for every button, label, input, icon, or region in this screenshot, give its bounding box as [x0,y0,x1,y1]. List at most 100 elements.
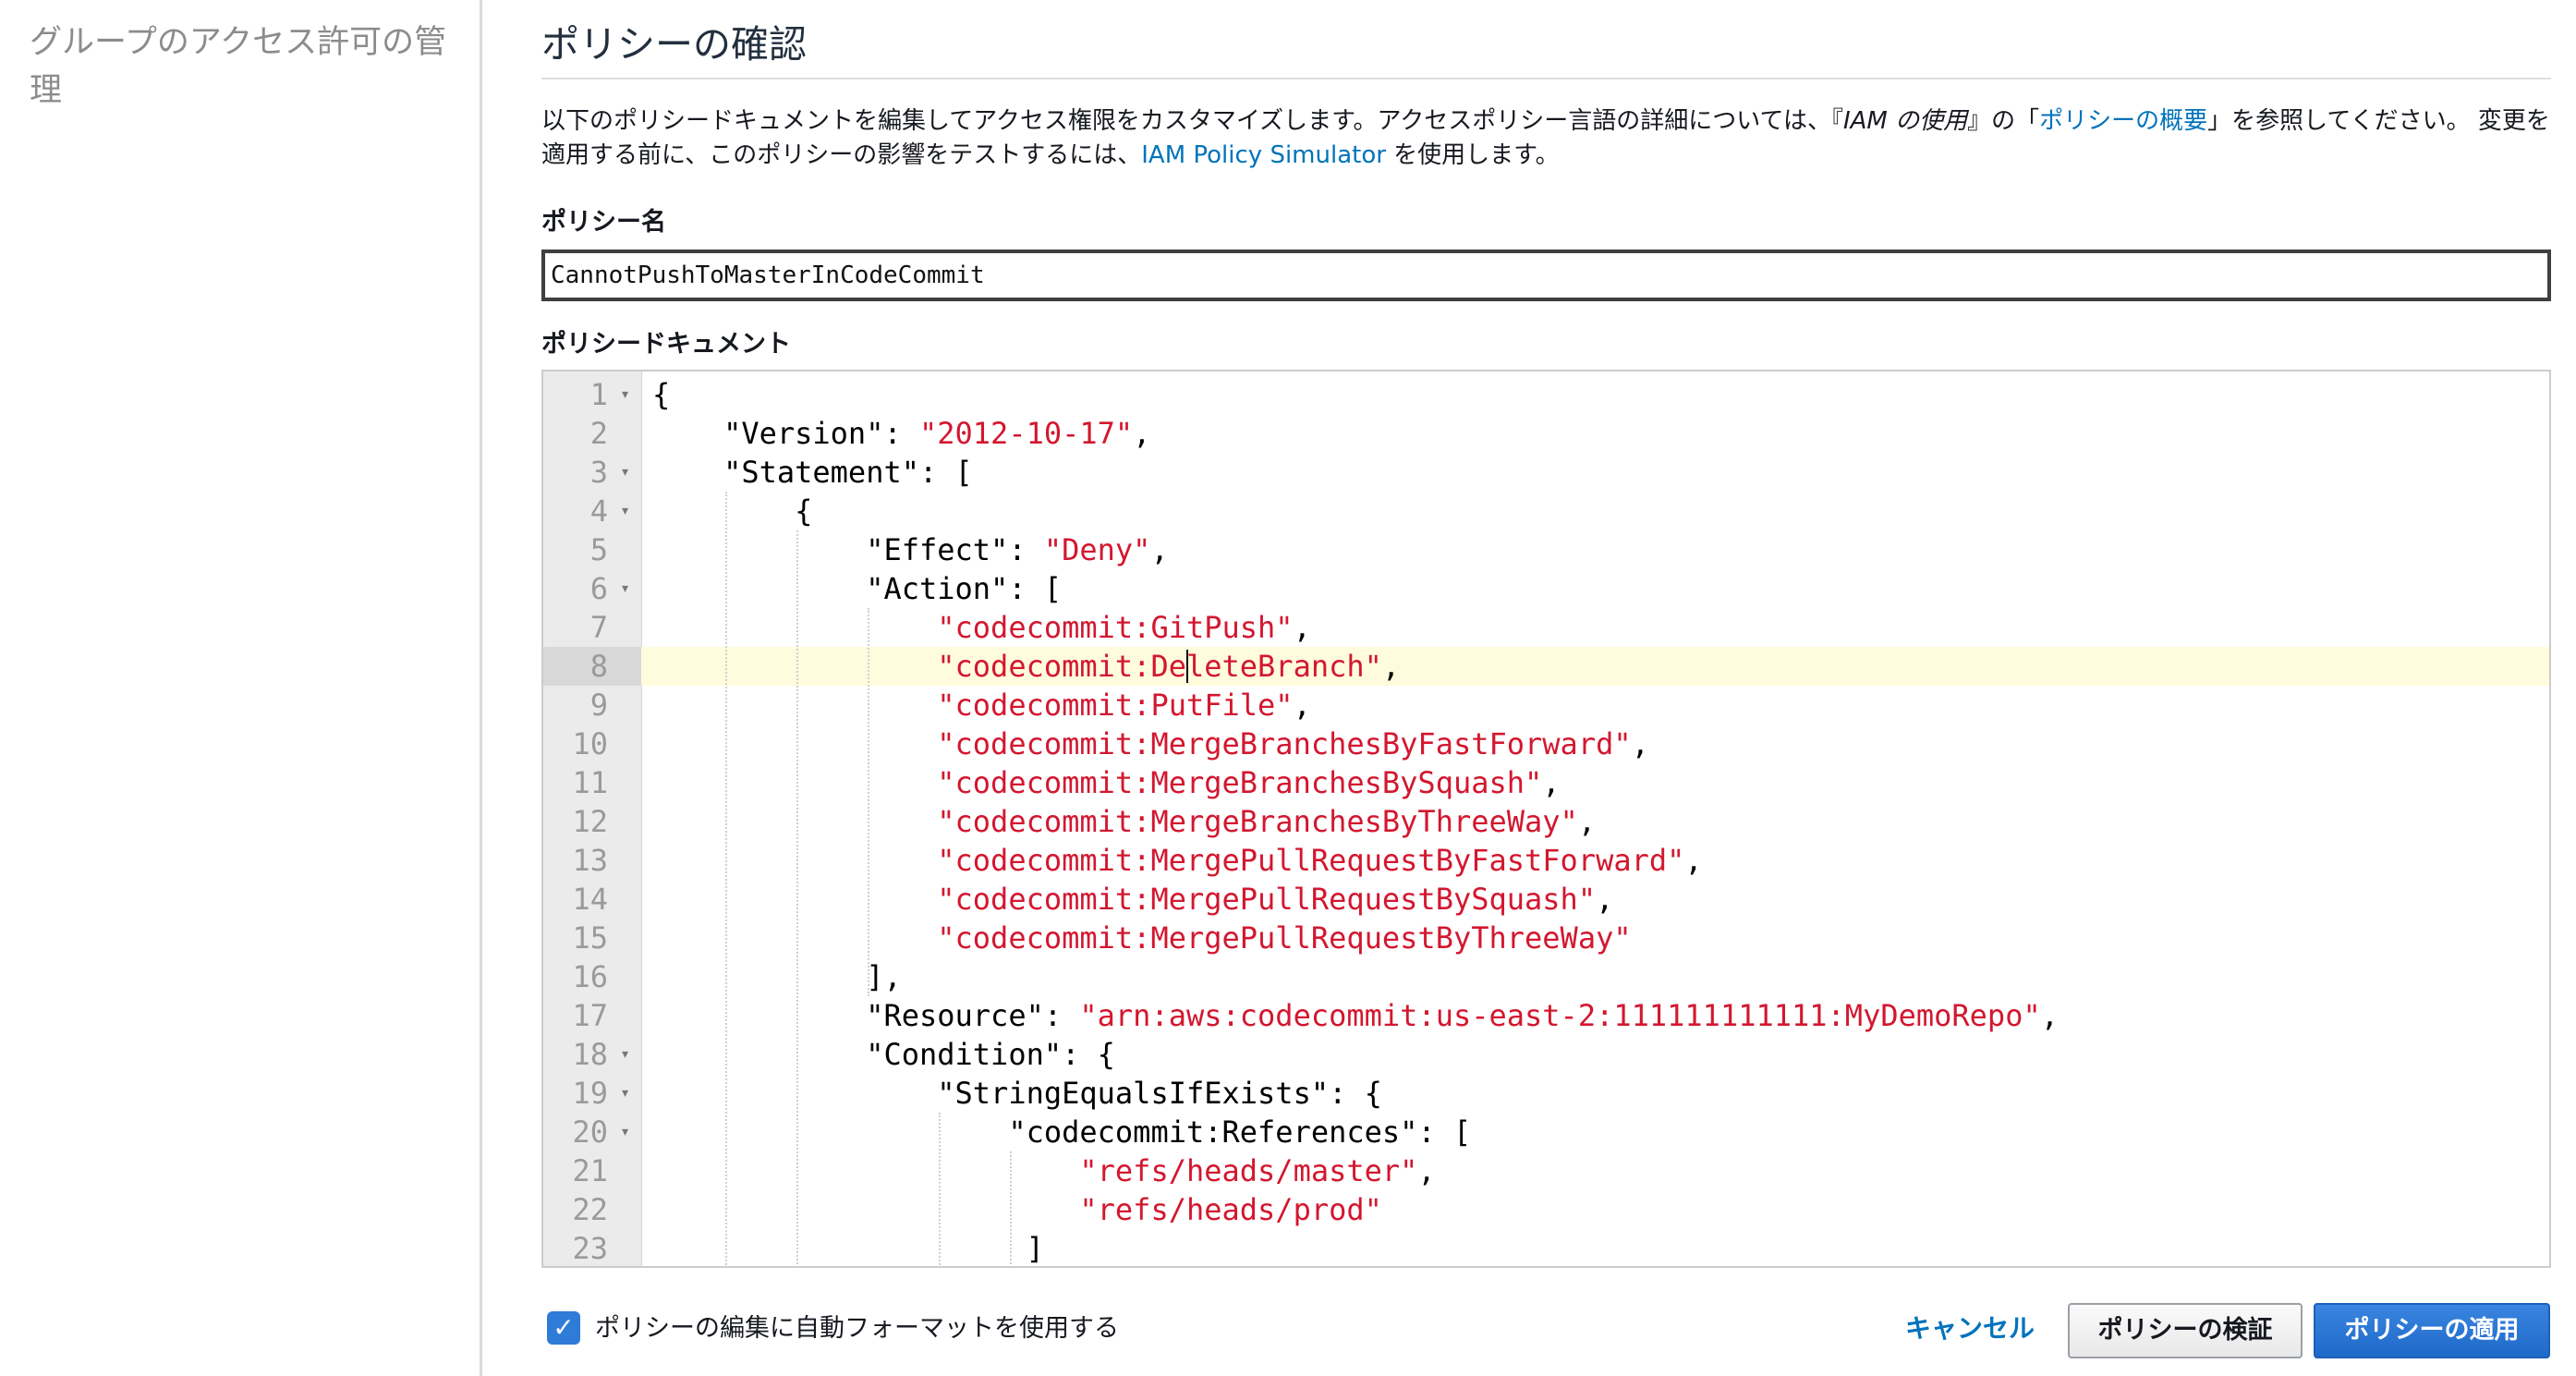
review-policy-page: グループのアクセス許可の管理 ポリシーの確認 以下のポリシードキュメントを編集し… [0,0,2576,1376]
line-number: 22 [572,1192,608,1227]
fold-toggle-icon[interactable]: ▾ [620,492,630,530]
editor-line[interactable]: 22 "refs/heads/prod" [543,1190,2549,1229]
editor-line[interactable]: 11 "codecommit:MergeBranchesBySquash", [543,763,2549,802]
code-text: { [652,377,671,412]
validate-policy-button[interactable]: ポリシーの検証 [2068,1303,2303,1358]
code-text: "Statement": [ [652,455,973,490]
policy-description: 以下のポリシードキュメントを編集してアクセス権限をカスタマイズします。アクセスポ… [541,104,2551,173]
sidebar-title: グループのアクセス許可の管理 [30,24,447,109]
editor-line[interactable]: 8 "codecommit:DeleteBranch", [543,647,2549,686]
code-text: "refs/heads/master", [1079,1153,1436,1188]
code-text: "codecommit:MergeBranchesBySquash", [937,765,1561,800]
indent-guide [868,608,870,996]
editor-line[interactable]: 21 "refs/heads/master", [543,1151,2549,1190]
code-text: "codecommit:PutFile", [937,688,1311,723]
fold-toggle-icon[interactable]: ▾ [620,1113,630,1151]
code-text: "codecommit:MergePullRequestByFastForwar… [937,843,1703,878]
line-number: 18 ▾ [572,1035,630,1074]
page-title: ポリシーの確認 [541,22,807,67]
fold-toggle-icon[interactable]: ▾ [620,375,630,414]
editor-line[interactable]: 9 "codecommit:PutFile", [543,686,2549,725]
sidebar: グループのアクセス許可の管理 [0,0,482,1376]
editor-line[interactable]: 7 "codecommit:GitPush", [543,608,2549,647]
editor-line[interactable]: 5 "Effect": "Deny", [543,530,2549,569]
line-number: 2 [589,416,608,451]
editor-line[interactable]: 1 ▾ { [543,375,2549,414]
fold-toggle-icon[interactable]: ▾ [620,1074,630,1113]
line-number: 14 [572,882,608,917]
code-text: "codecommit:DeleteBranch", [937,649,1401,684]
code-text: "StringEqualsIfExists": { [652,1076,1382,1111]
code-text: "Version": "2012-10-17", [652,416,1151,451]
policy-document-label: ポリシードキュメント [541,330,791,359]
line-number: 12 [572,804,608,839]
line-number: 21 [572,1153,608,1188]
line-number: 3 ▾ [589,453,630,492]
code-text: "codecommit:GitPush", [937,610,1311,645]
policy-overview-link[interactable]: ポリシーの概要 [2039,107,2207,135]
editor-line[interactable]: 18 ▾ "Condition": { [543,1035,2549,1074]
code-text: "codecommit:MergeBranchesByThreeWay", [937,804,1597,839]
apply-policy-button[interactable]: ポリシーの適用 [2314,1303,2550,1358]
code-text: "Resource": "arn:aws:codecommit:us-east-… [652,998,2059,1033]
code-text: "Effect": "Deny", [652,532,1169,567]
editor-line[interactable]: 17 "Resource": "arn:aws:codecommit:us-ea… [543,996,2549,1035]
code-text: "Condition": { [652,1037,1115,1072]
code-text: ], [652,959,902,994]
line-number: 8 [543,647,641,686]
editor-line[interactable]: 20 ▾ "codecommit:References": [ [543,1113,2549,1151]
policy-name-input[interactable] [541,250,2551,301]
description-text-1: 以下のポリシードキュメントを編集してアクセス権限をカスタマイズします。アクセスポ… [541,107,1843,135]
editor-line[interactable]: 3 ▾ "Statement": [ [543,453,2549,492]
line-number: 9 [589,688,608,723]
fold-toggle-icon[interactable]: ▾ [620,569,630,608]
editor-line[interactable]: 12 "codecommit:MergeBranchesByThreeWay", [543,802,2549,841]
line-number: 10 [572,726,608,761]
policy-simulator-link[interactable]: IAM Policy Simulator [1141,141,1386,169]
line-number: 17 [572,998,608,1033]
line-number: 6 ▾ [589,569,630,608]
line-number: 13 [572,843,608,878]
line-number: 20 ▾ [572,1113,630,1151]
iam-guide-title: IAM の使用 [1842,107,1968,135]
editor-line[interactable]: 14 "codecommit:MergePullRequestBySquash"… [543,880,2549,919]
line-number: 7 [589,610,608,645]
code-text: { [652,493,813,529]
indent-guide [796,530,799,1266]
editor-line[interactable]: 2 "Version": "2012-10-17", [543,414,2549,453]
line-number: 19 ▾ [572,1074,630,1113]
line-number: 11 [572,765,608,800]
indent-guide [725,492,728,1266]
fold-toggle-icon[interactable]: ▾ [620,1035,630,1074]
indent-guide [1010,1151,1013,1266]
code-text: "Action": [ [652,571,1063,606]
code-text: "codecommit:MergePullRequestByThreeWay" [937,920,1632,956]
line-number: 15 [572,920,608,956]
line-number: 4 ▾ [589,492,630,530]
editor-line[interactable]: 13 "codecommit:MergePullRequestByFastFor… [543,841,2549,880]
editor-line[interactable]: 15 "codecommit:MergePullRequestByThreeWa… [543,919,2549,957]
code-text: "codecommit:References": [ [652,1114,1472,1150]
editor-line[interactable]: 6 ▾ "Action": [ [543,569,2549,608]
heading-divider [541,78,2551,79]
code-text: "refs/heads/prod" [1079,1192,1382,1227]
autoformat-checkbox[interactable]: ✓ [547,1311,580,1345]
editor-line[interactable]: 19 ▾ "StringEqualsIfExists": { [543,1074,2549,1113]
text-cursor [1186,650,1189,683]
editor-line[interactable]: 23 ] [543,1229,2549,1266]
line-number: 5 [589,532,608,567]
indent-guide [939,1113,942,1266]
line-number: 1 ▾ [589,375,630,414]
editor-line[interactable]: 4 ▾ { [543,492,2549,530]
description-text-2: 』の「 [1967,107,2040,135]
fold-toggle-icon[interactable]: ▾ [620,453,630,492]
line-number: 16 [572,959,608,994]
line-number: 23 [572,1231,608,1266]
policy-name-label: ポリシー名 [541,208,666,237]
autoformat-label: ポリシーの編集に自動フォーマットを使用する [595,1314,1119,1343]
code-text: "codecommit:MergeBranchesByFastForward", [937,726,1649,761]
policy-document-editor[interactable]: 1 ▾{2 "Version": "2012-10-17", 3 ▾ "Stateme… [541,370,2551,1268]
cancel-button[interactable]: キャンセル [1905,1310,2035,1347]
editor-line[interactable]: 16 ], [543,957,2549,996]
editor-line[interactable]: 10 "codecommit:MergeBranchesByFastForwar… [543,725,2549,763]
